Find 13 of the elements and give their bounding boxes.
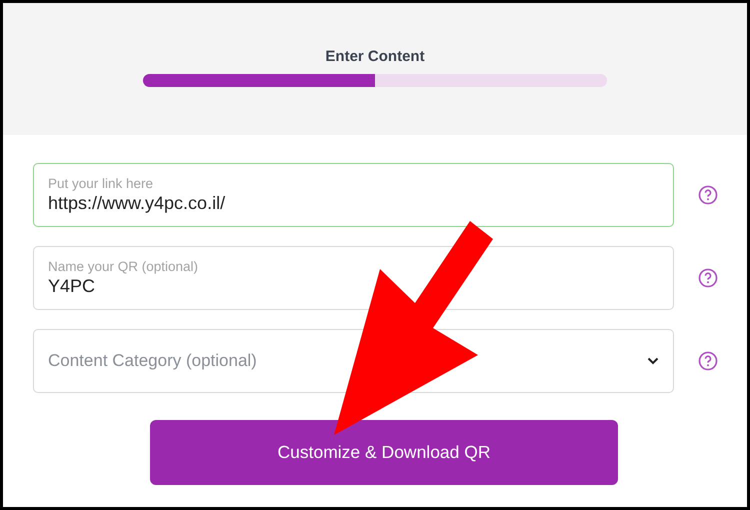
field-value: https://www.y4pc.co.il/ — [48, 193, 226, 214]
input-field[interactable]: Put your link here https://www.y4pc.co.il/ — [33, 163, 674, 227]
field-placeholder: Content Category (optional) — [48, 351, 257, 371]
step-title: Enter Content — [325, 48, 425, 65]
input-field[interactable]: Name your QR (optional) Y4PC — [33, 246, 674, 310]
customize-download-button[interactable]: Customize & Download QR — [150, 420, 618, 485]
field-placeholder: Name your QR (optional) — [48, 259, 200, 274]
help-icon[interactable] — [698, 185, 718, 205]
field-placeholder: Put your link here — [48, 176, 154, 191]
help-icon[interactable] — [698, 268, 718, 288]
field-value: Y4PC — [48, 276, 96, 297]
chevron-down-icon — [647, 357, 659, 365]
help-icon[interactable] — [698, 351, 718, 371]
